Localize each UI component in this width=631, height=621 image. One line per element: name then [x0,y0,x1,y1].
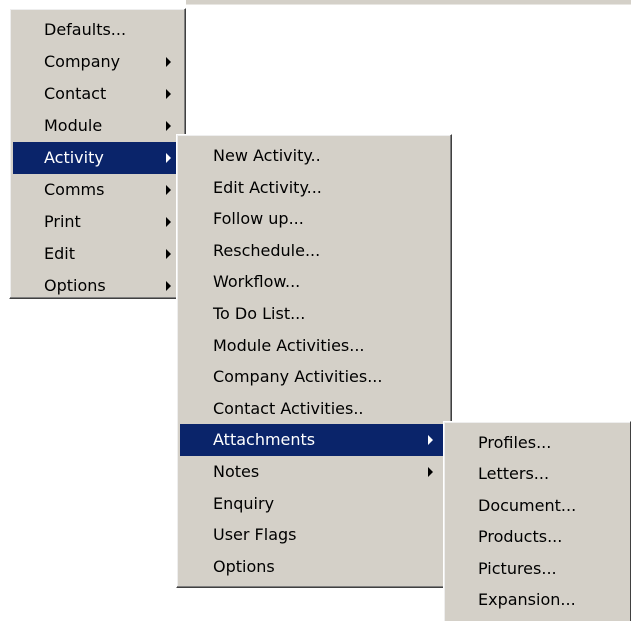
menu-item-contact-activities[interactable]: Contact Activities.. [180,393,448,425]
menu-item-expansion[interactable]: Expansion... [447,584,627,615]
submenu-arrow-icon [428,435,433,446]
menu-item-label: Options [44,276,106,295]
menu-item-letters[interactable]: Letters... [447,458,627,489]
menu-item-profiles[interactable]: Profiles... [447,427,627,458]
menu-item-label: Company Activities... [213,367,383,387]
menu-item-activity[interactable]: Activity [13,142,182,174]
submenu-arrow-icon [166,249,171,259]
attachments-submenu: Profiles... Letters... Document... Produ… [443,421,631,621]
menu-item-label: Profiles... [478,433,552,452]
submenu-arrow-icon [166,153,171,163]
menu-item-print[interactable]: Print [13,206,182,238]
menu-item-reschedule[interactable]: Reschedule... [180,235,448,267]
submenu-arrow-icon [166,57,171,67]
menu-item-label: Module Activities... [213,335,365,355]
menu-item-module-activities[interactable]: Module Activities... [180,330,448,362]
menu-item-label: Options [213,556,275,576]
menu-item-label: Follow up... [213,209,304,229]
submenu-arrow-icon [428,466,433,477]
menu-item-label: Print [44,212,81,231]
main-menu: Defaults... Company Contact Module Activ… [9,8,186,299]
submenu-arrow-icon [166,89,171,99]
menu-item-label: To Do List... [213,303,306,323]
menu-item-label: Company [44,52,121,71]
menu-item-label: Products... [478,527,563,547]
menu-item-label: Expansion... [478,589,576,609]
menu-item-enquiry[interactable]: Enquiry [180,488,448,520]
menu-item-label: Workflow... [213,272,301,292]
menu-item-label: Reschedule... [213,240,321,260]
menu-item-label: New Activity.. [213,146,321,165]
menu-item-label: Notes [213,461,260,481]
menu-item-follow-up[interactable]: Follow up... [180,203,448,235]
menu-item-label: User Flags [213,525,297,545]
menu-item-options[interactable]: Options [13,270,182,302]
menu-item-attachments[interactable]: Attachments [180,424,448,456]
menu-item-label: Contact Activities.. [213,398,364,418]
menu-item-label: Module [44,116,103,135]
menu-item-label: Comms [44,180,105,199]
menu-item-new-activity[interactable]: New Activity.. [180,140,448,172]
menu-item-notes[interactable]: Notes [180,456,448,488]
menu-item-products[interactable]: Products... [447,521,627,552]
menu-item-edit-activity[interactable]: Edit Activity... [180,172,448,204]
menu-item-document[interactable]: Document... [447,490,627,521]
menu-item-comms[interactable]: Comms [13,174,182,206]
menu-item-label: Contact [44,84,107,103]
menu-item-edit[interactable]: Edit [13,238,182,270]
menu-item-module[interactable]: Module [13,110,182,142]
menu-item-label: Enquiry [213,493,275,513]
menu-item-activity-options[interactable]: Options [180,551,448,583]
menu-item-label: Activity [44,148,104,167]
menu-item-label: Document... [478,495,577,515]
menu-item-label: Pictures... [478,558,557,578]
activity-submenu: New Activity.. Edit Activity... Follow u… [176,134,452,588]
menu-item-label: Edit [44,244,75,263]
submenu-arrow-icon [166,281,171,291]
submenu-arrow-icon [166,185,171,195]
menu-item-workflow[interactable]: Workflow... [180,266,448,298]
submenu-arrow-icon [166,121,171,131]
menu-item-user-flags[interactable]: User Flags [180,519,448,551]
submenu-arrow-icon [166,217,171,227]
menu-item-defaults[interactable]: Defaults... [13,14,182,46]
menu-item-label: Defaults... [44,20,127,39]
menu-item-label: Edit Activity... [213,177,322,197]
menu-item-label: Letters... [478,464,550,484]
menu-item-label: Attachments [213,430,316,450]
menu-item-pictures[interactable]: Pictures... [447,553,627,584]
menu-item-company-activities[interactable]: Company Activities... [180,361,448,393]
menu-item-to-do-list[interactable]: To Do List... [180,298,448,330]
window-edge [186,0,631,5]
menu-item-contact[interactable]: Contact [13,78,182,110]
menu-item-company[interactable]: Company [13,46,182,78]
